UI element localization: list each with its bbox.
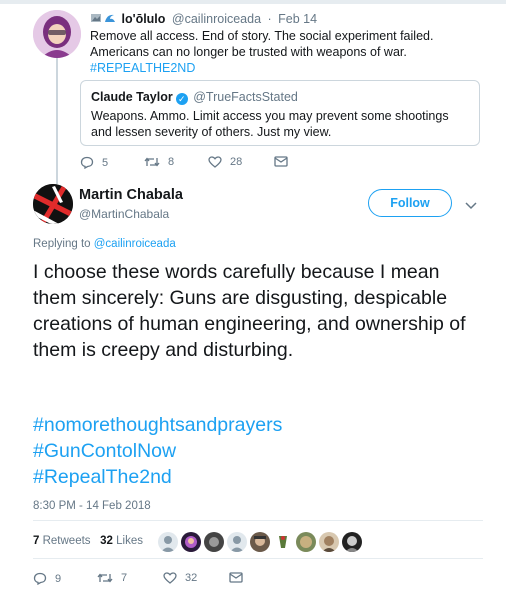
display-name[interactable]: Martin Chabala <box>79 187 183 203</box>
replying-label: Replying to <box>33 238 91 250</box>
main-tweet: Martin Chabala @MartinChabala Follow Rep… <box>0 182 506 600</box>
divider <box>33 558 483 559</box>
emoji-icon <box>104 12 116 24</box>
reply-button[interactable]: 9 <box>33 572 61 585</box>
reply-button[interactable]: 5 <box>80 156 108 169</box>
liker-avatar[interactable] <box>181 532 201 552</box>
dm-button[interactable] <box>274 156 296 167</box>
liker-avatars <box>158 532 365 552</box>
more-options-button[interactable] <box>465 197 477 215</box>
parent-tweet[interactable]: lo'ōlulo @cailinroiceada · Feb 14 Remove… <box>0 4 506 184</box>
replying-to: Replying to @cailinroiceada <box>33 238 176 250</box>
replying-handle-link[interactable]: @cailinroiceada <box>94 238 176 250</box>
tweet-date[interactable]: Feb 14 <box>278 12 317 26</box>
like-icon <box>208 156 222 168</box>
user-handle[interactable]: @MartinChabala <box>79 207 169 221</box>
quoted-tweet-text: Weapons. Ammo. Limit access you may prev… <box>91 109 449 139</box>
retweets-stat[interactable]: 7 Retweets <box>33 535 91 547</box>
avatar[interactable] <box>33 184 73 224</box>
liker-avatar[interactable] <box>250 532 270 552</box>
avatar[interactable] <box>33 10 81 58</box>
display-name[interactable]: Claude Taylor <box>91 90 173 104</box>
liker-avatar[interactable] <box>158 532 178 552</box>
like-count: 28 <box>230 156 243 168</box>
parent-tweet-header: lo'ōlulo @cailinroiceada · Feb 14 <box>90 12 317 26</box>
reply-icon <box>80 156 94 169</box>
follow-button[interactable]: Follow <box>368 189 452 217</box>
dm-button[interactable] <box>229 572 251 583</box>
retweet-count: 7 <box>121 572 128 584</box>
like-button[interactable]: 32 <box>163 572 197 584</box>
retweets-count: 7 <box>33 535 40 547</box>
like-count: 32 <box>185 572 198 584</box>
emoji-icon <box>90 12 102 24</box>
retweet-button[interactable]: 7 <box>97 572 127 584</box>
thread-connector <box>56 56 58 184</box>
tweet-timestamp[interactable]: 8:30 PM - 14 Feb 2018 <box>33 500 151 512</box>
hashtag-link[interactable]: #REPEALTHE2ND <box>90 61 195 75</box>
retweet-icon <box>97 573 113 583</box>
quoted-tweet[interactable]: Claude Taylor ✓ @TrueFactsStated Weapons.… <box>80 80 480 146</box>
hashtag-list: #nomorethoughtsandprayers #GunContolNow … <box>33 412 282 490</box>
likes-stat[interactable]: 32 Likes <box>100 535 143 547</box>
dm-icon <box>229 572 243 583</box>
reply-icon <box>33 572 47 585</box>
retweets-label: Retweets <box>42 535 91 547</box>
like-icon <box>163 572 177 584</box>
hashtag-link[interactable]: #nomorethoughtsandprayers <box>33 412 282 438</box>
retweet-icon <box>144 157 160 167</box>
liker-avatar[interactable] <box>296 532 316 552</box>
liker-avatar[interactable] <box>319 532 339 552</box>
tweet-stats: 7 Retweets 32 Likes <box>33 535 143 547</box>
retweet-button[interactable]: 8 <box>144 156 174 168</box>
liker-avatar[interactable] <box>273 532 293 552</box>
separator-dot: · <box>267 12 272 26</box>
hashtag-link[interactable]: #RepealThe2nd <box>33 464 282 490</box>
tweet-text: Remove all access. End of story. The soc… <box>90 28 480 76</box>
likes-label: Likes <box>116 535 143 547</box>
liker-avatar[interactable] <box>204 532 224 552</box>
likes-count: 32 <box>100 535 113 547</box>
tweet-text: I choose these words carefully because I… <box>33 261 466 361</box>
verified-icon: ✓ <box>175 93 188 105</box>
chevron-down-icon <box>465 202 477 210</box>
liker-avatar[interactable] <box>227 532 247 552</box>
user-handle[interactable]: @TrueFactsStated <box>193 90 298 104</box>
retweet-count: 8 <box>168 156 175 168</box>
divider <box>33 520 483 521</box>
user-handle[interactable]: @cailinroiceada <box>172 12 261 26</box>
like-button[interactable]: 28 <box>208 156 242 168</box>
reply-count: 9 <box>55 572 62 585</box>
liker-avatar[interactable] <box>342 532 362 552</box>
reply-count: 5 <box>102 156 109 169</box>
quoted-tweet-header: Claude Taylor ✓ @TrueFactsStated <box>91 90 298 105</box>
tweet-body: Remove all access. End of story. The soc… <box>90 29 434 59</box>
hashtag-link[interactable]: #GunContolNow <box>33 438 282 464</box>
display-name[interactable]: lo'ōlulo <box>121 12 165 26</box>
dm-icon <box>274 156 288 167</box>
